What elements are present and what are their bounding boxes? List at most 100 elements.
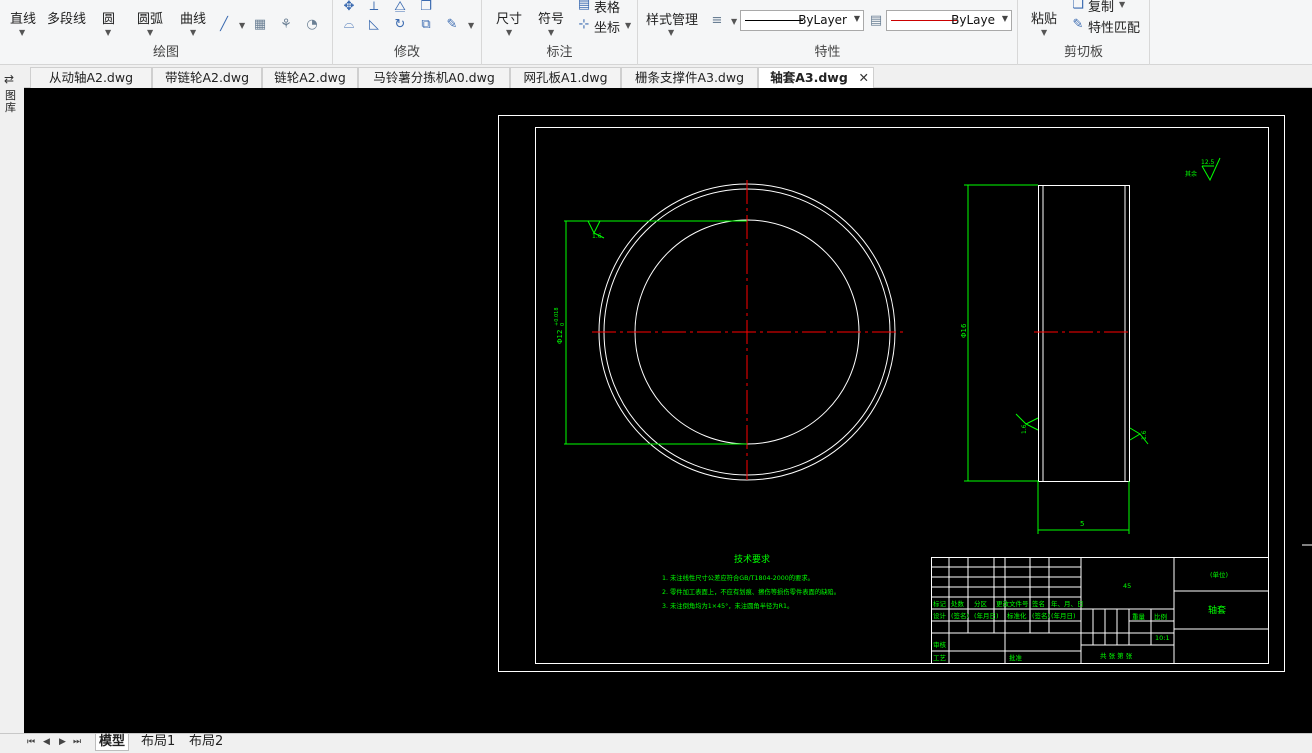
tab-potato-sorter[interactable]: 马铃薯分拣机A0.dwg bbox=[358, 67, 510, 88]
document-tab-bar: 从动轴A2.dwg 带链轮A2.dwg 链轮A2.dwg 马铃薯分拣机A0.dw… bbox=[0, 65, 1312, 88]
paste-button[interactable]: 粘贴 bbox=[1031, 8, 1057, 27]
ribbon: 直线 ▼ 多段线 圆 ▼ 圆弧 ▼ 曲线 ▼ ╱ ▼ ▦ ⚘ ◔ 绘图 ✥ ⟂ … bbox=[0, 0, 1312, 65]
block-icon[interactable]: ⚘ bbox=[278, 18, 294, 32]
tech-req-title: 技术要求 bbox=[734, 553, 770, 565]
rough-left-value: 1.6 bbox=[592, 233, 602, 240]
nav-last-icon[interactable]: ⏭ bbox=[73, 737, 81, 747]
tab-sprocket[interactable]: 链轮A2.dwg bbox=[262, 67, 358, 88]
rotate-icon[interactable]: ↻ bbox=[392, 18, 408, 32]
copy-dropdown-icon[interactable]: ▼ bbox=[1119, 0, 1125, 9]
modify-more-icon[interactable]: ▼ bbox=[468, 21, 474, 30]
move-icon[interactable]: ✥ bbox=[341, 0, 357, 14]
nav-next-icon[interactable]: ▶ bbox=[59, 737, 66, 747]
line-tool[interactable]: 直线 bbox=[10, 8, 36, 27]
linetype-manager-icon[interactable]: ▤ bbox=[868, 14, 884, 28]
color-select[interactable]: ByLaye ▼ bbox=[886, 10, 1012, 31]
line-dropdown-icon[interactable]: ▼ bbox=[19, 28, 25, 37]
edit-icon[interactable]: ✎ bbox=[444, 18, 460, 32]
tab-grate-support[interactable]: 栅条支撑件A3.dwg bbox=[621, 67, 758, 88]
layout-tab-layout1[interactable]: 布局1 bbox=[138, 734, 178, 751]
draw-line-icon[interactable]: ╱ bbox=[216, 18, 232, 32]
copy-object-icon[interactable]: ❐ bbox=[418, 0, 434, 14]
array-icon[interactable]: ⧉ bbox=[418, 18, 434, 32]
symbol-dropdown-icon[interactable]: ▼ bbox=[548, 28, 554, 37]
dim-right-diameter: Φ16 bbox=[960, 323, 968, 338]
tb-header-4: 更改文件号 bbox=[996, 599, 1029, 608]
style-manager-button[interactable]: 样式管理 bbox=[646, 9, 698, 28]
side-toolbar: ⇄ 图库 bbox=[0, 68, 24, 733]
tab-label: 链轮A2.dwg bbox=[274, 70, 346, 85]
clipboard-panel-title: 剪切板 bbox=[1063, 45, 1103, 60]
match-properties-button[interactable]: 特性匹配 bbox=[1088, 17, 1140, 36]
library-icon[interactable]: ⇄ bbox=[4, 72, 14, 86]
front-view: Φ12 +0.0180 1.6 bbox=[554, 180, 904, 481]
layout-tab-bar: ⏮ ◀ ▶ ⏭ 模型 布局1 布局2 bbox=[0, 733, 1312, 753]
tb-header-3: 分区 bbox=[974, 599, 988, 608]
symbol-tool[interactable]: 符号 bbox=[538, 8, 564, 27]
stretch-icon[interactable]: ⌓ bbox=[341, 18, 357, 32]
layout-tab-layout2[interactable]: 布局2 bbox=[186, 734, 226, 751]
rough-other-value: 12.5 bbox=[1201, 159, 1215, 166]
side-view: Φ16 5 1.6 1.6 其余 12.5 bbox=[960, 157, 1221, 534]
tb-header-6: 年、月、日 bbox=[1051, 599, 1084, 608]
rough-left-symbol bbox=[587, 220, 601, 235]
side-body bbox=[1038, 185, 1130, 482]
tab-close-icon[interactable]: ✕ bbox=[859, 68, 869, 87]
tab-drive-shaft[interactable]: 从动轴A2.dwg bbox=[30, 67, 152, 88]
nav-prev-icon[interactable]: ◀ bbox=[43, 737, 50, 747]
rough-right-a-leader bbox=[1015, 413, 1027, 425]
tb-review: 审核 bbox=[933, 640, 947, 649]
style-manager-dropdown-icon[interactable]: ▼ bbox=[668, 28, 674, 37]
mirror-icon[interactable]: ⧋ bbox=[392, 0, 408, 14]
circle-tool[interactable]: 圆 bbox=[102, 8, 115, 27]
drawing-canvas[interactable]: Φ12 +0.0180 1.6 Φ16 5 1.6 1.6 其余 12.5 技术… bbox=[24, 88, 1312, 733]
curve-dropdown-icon[interactable]: ▼ bbox=[190, 28, 196, 37]
tab-label: 网孔板A1.dwg bbox=[523, 70, 608, 85]
arc-dropdown-icon[interactable]: ▼ bbox=[147, 28, 153, 37]
arc-tool[interactable]: 圆弧 bbox=[137, 8, 163, 27]
linetype-select[interactable]: ByLayer ▼ bbox=[740, 10, 864, 31]
trim-icon[interactable]: ⟂ bbox=[366, 0, 382, 14]
tab-bushing[interactable]: 轴套A3.dwg ✕ bbox=[758, 67, 874, 88]
drawing-svg[interactable]: Φ12 +0.0180 1.6 Φ16 5 1.6 1.6 其余 12.5 技术… bbox=[24, 88, 1312, 733]
paste-dropdown-icon[interactable]: ▼ bbox=[1041, 28, 1047, 37]
offset-icon[interactable]: ◺ bbox=[366, 18, 382, 32]
match-properties-icon[interactable]: ✎ bbox=[1070, 18, 1086, 32]
tb-header-2: 处数 bbox=[951, 599, 965, 608]
tb-design-1: 设计 bbox=[933, 611, 947, 620]
table-tool[interactable]: 表格 bbox=[594, 0, 620, 16]
tech-req-item-1: 1. 未注线性尺寸公差应符合GB/T1804-2000的要求。 bbox=[662, 573, 814, 582]
coordinate-icon[interactable]: ⊹ bbox=[576, 18, 592, 32]
table-icon[interactable]: ▤ bbox=[576, 0, 592, 12]
dimension-dropdown-icon[interactable]: ▼ bbox=[506, 28, 512, 37]
tab-mesh-plate[interactable]: 网孔板A1.dwg bbox=[510, 67, 621, 88]
coordinate-dropdown-icon[interactable]: ▼ bbox=[625, 21, 631, 30]
copy-button[interactable]: 复制 bbox=[1088, 0, 1114, 15]
lineweight-icon[interactable]: ≡ bbox=[709, 14, 725, 28]
coordinate-tool[interactable]: 坐标 bbox=[594, 17, 620, 36]
tb-header-1: 标记 bbox=[933, 599, 947, 608]
linetype-preview bbox=[745, 20, 803, 21]
polyline-tool[interactable]: 多段线 bbox=[47, 8, 86, 27]
library-button[interactable]: 图库 bbox=[5, 90, 19, 114]
tb-scale: 10:1 bbox=[1155, 634, 1170, 642]
tb-weight-label: 重量 bbox=[1132, 613, 1146, 621]
properties-panel: 样式管理 ▼ ≡ ▼ ByLayer ▼ ▤ ByLaye ▼ 特性 bbox=[638, 0, 1018, 65]
tb-design-3: (年月日) bbox=[974, 611, 999, 620]
tb-design-4: 标准化 bbox=[1007, 611, 1027, 620]
copy-icon[interactable]: ❏ bbox=[1070, 0, 1086, 12]
tab-belt-sprocket[interactable]: 带链轮A2.dwg bbox=[152, 67, 262, 88]
curve-tool[interactable]: 曲线 bbox=[180, 8, 206, 27]
dim-left-diameter: Φ12 bbox=[556, 330, 564, 344]
region-icon[interactable]: ◔ bbox=[304, 18, 320, 32]
color-dropdown-icon[interactable]: ▼ bbox=[1002, 14, 1008, 23]
nav-first-icon[interactable]: ⏮ bbox=[27, 737, 35, 747]
dimension-tool[interactable]: 尺寸 bbox=[496, 8, 522, 27]
layout-tab-model[interactable]: 模型 bbox=[95, 734, 130, 751]
hatch-icon[interactable]: ▦ bbox=[252, 18, 268, 32]
tb-unit: (单位) bbox=[1210, 570, 1228, 579]
circle-dropdown-icon[interactable]: ▼ bbox=[105, 28, 111, 37]
draw-line-dropdown-icon[interactable]: ▼ bbox=[239, 21, 245, 30]
lineweight-dropdown-icon[interactable]: ▼ bbox=[731, 17, 737, 26]
linetype-dropdown-icon[interactable]: ▼ bbox=[854, 14, 860, 23]
